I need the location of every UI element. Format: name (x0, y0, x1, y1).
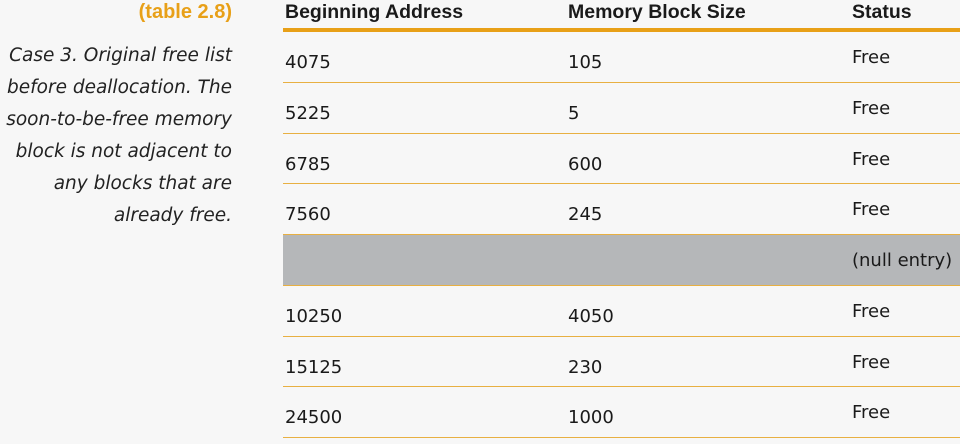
cell-address: 4075 (285, 52, 331, 73)
cell-size: 230 (568, 356, 603, 378)
cell-status: Free (852, 47, 891, 68)
table-row: 4075 105 Free (283, 32, 960, 83)
cell-address: 7560 (285, 204, 331, 226)
cell-status: Free (852, 148, 891, 170)
cell-address: 5225 (285, 102, 331, 124)
cell-size: 245 (568, 204, 603, 226)
table-row: 24500 1000 Free (283, 387, 960, 438)
table-row: 10250 4050 Free (283, 286, 960, 337)
cell-size: 4050 (568, 305, 614, 327)
header-memory-block-size: Memory Block Size (568, 1, 746, 23)
cell-status: Free (852, 300, 891, 322)
table-row: 6785 600 Free (283, 134, 960, 185)
table-label: (table 2.8) (138, 1, 232, 23)
caption-line: already free. (113, 205, 232, 226)
table-header-row: Beginning Address Memory Block Size Stat… (283, 0, 960, 32)
table-row-null-entry: (null entry) (283, 235, 960, 286)
caption-line: Case 3. Original free list (9, 45, 232, 66)
table-caption: Case 3. Original free list before deallo… (0, 40, 232, 232)
table-row: 15125 230 Free (283, 337, 960, 388)
cell-size: 5 (568, 102, 580, 124)
cell-status: Free (852, 199, 891, 221)
cell-size: 1000 (568, 407, 614, 429)
cell-status: Free (852, 351, 891, 373)
cell-status: Free (852, 97, 891, 119)
cell-address: 6785 (285, 153, 331, 175)
table-row: 7560 245 Free (283, 184, 960, 235)
cell-size: 105 (568, 52, 603, 73)
cell-status: (null entry) (852, 250, 953, 271)
cell-size: 600 (568, 153, 603, 175)
free-list-table: Beginning Address Memory Block Size Stat… (283, 0, 960, 438)
caption-line: before deallocation. The (7, 77, 232, 98)
header-beginning-address: Beginning Address (285, 1, 464, 23)
caption-line: block is not adjacent to (15, 141, 232, 162)
cell-address: 24500 (285, 407, 343, 429)
header-status: Status (852, 1, 912, 23)
table-row: 5225 5 Free (283, 83, 960, 134)
cell-status: Free (852, 402, 891, 424)
cell-address: 15125 (285, 356, 343, 378)
caption-line: soon-to-be-free memory (6, 109, 232, 130)
cell-address: 10250 (285, 305, 343, 327)
caption-line: any blocks that are (53, 173, 232, 194)
